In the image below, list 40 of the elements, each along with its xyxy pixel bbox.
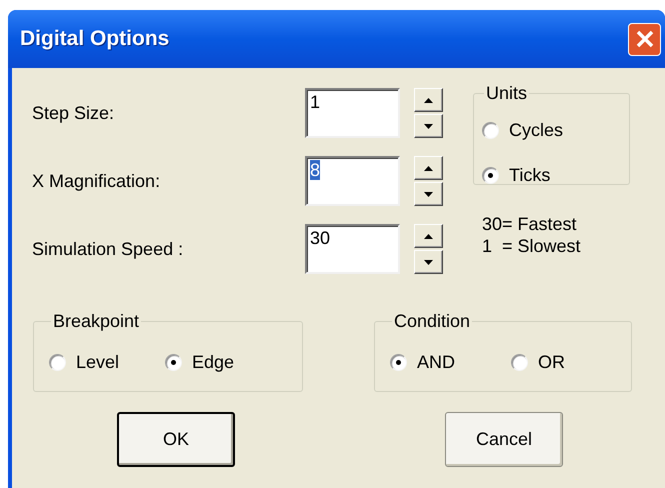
field-label: Simulation Speed :: [32, 238, 184, 261]
spin-up-button[interactable]: [414, 156, 443, 180]
number-field[interactable]: 1: [305, 88, 400, 138]
radio-label[interactable]: Ticks: [509, 162, 550, 189]
radio-label[interactable]: AND: [417, 349, 456, 376]
group-title: Breakpoint: [52, 310, 140, 333]
close-button[interactable]: [628, 22, 661, 56]
spin-down-button[interactable]: [414, 182, 443, 206]
down-arrow-icon: [424, 260, 433, 264]
radio-button[interactable]: [482, 167, 499, 184]
spin-up-button[interactable]: [414, 224, 443, 248]
radio-label[interactable]: Level: [76, 349, 120, 376]
down-arrow-icon: [424, 124, 433, 128]
window-title: Digital Options: [20, 26, 170, 52]
up-arrow-icon: [424, 166, 433, 170]
radio-label[interactable]: Edge: [192, 349, 234, 376]
cancel-button[interactable]: Cancel: [445, 412, 563, 467]
up-arrow-icon: [424, 234, 433, 238]
radio-button[interactable]: [49, 354, 66, 371]
radio-button[interactable]: [511, 354, 528, 371]
hint-text: 30= Fastest: [482, 213, 578, 235]
radio-label[interactable]: Cycles: [509, 117, 564, 144]
ok-button[interactable]: OK: [117, 412, 235, 467]
down-arrow-icon: [424, 192, 433, 196]
group-title: Units: [485, 82, 528, 105]
radio-button[interactable]: [165, 354, 182, 371]
number-field[interactable]: 30: [305, 224, 400, 274]
close-icon: [634, 29, 654, 49]
radio-button[interactable]: [482, 122, 499, 139]
number-field[interactable]: 8: [305, 156, 400, 206]
hint-text: 1 = Slowest: [482, 235, 582, 257]
spin-up-button[interactable]: [414, 88, 443, 112]
field-label: X Magnification:: [32, 170, 162, 193]
radio-button[interactable]: [390, 354, 407, 371]
field-label: Step Size:: [32, 102, 116, 125]
spin-down-button[interactable]: [414, 114, 443, 138]
radio-label[interactable]: OR: [538, 349, 566, 376]
group-title: Condition: [393, 310, 472, 333]
up-arrow-icon: [424, 98, 433, 102]
spin-down-button[interactable]: [414, 250, 443, 274]
